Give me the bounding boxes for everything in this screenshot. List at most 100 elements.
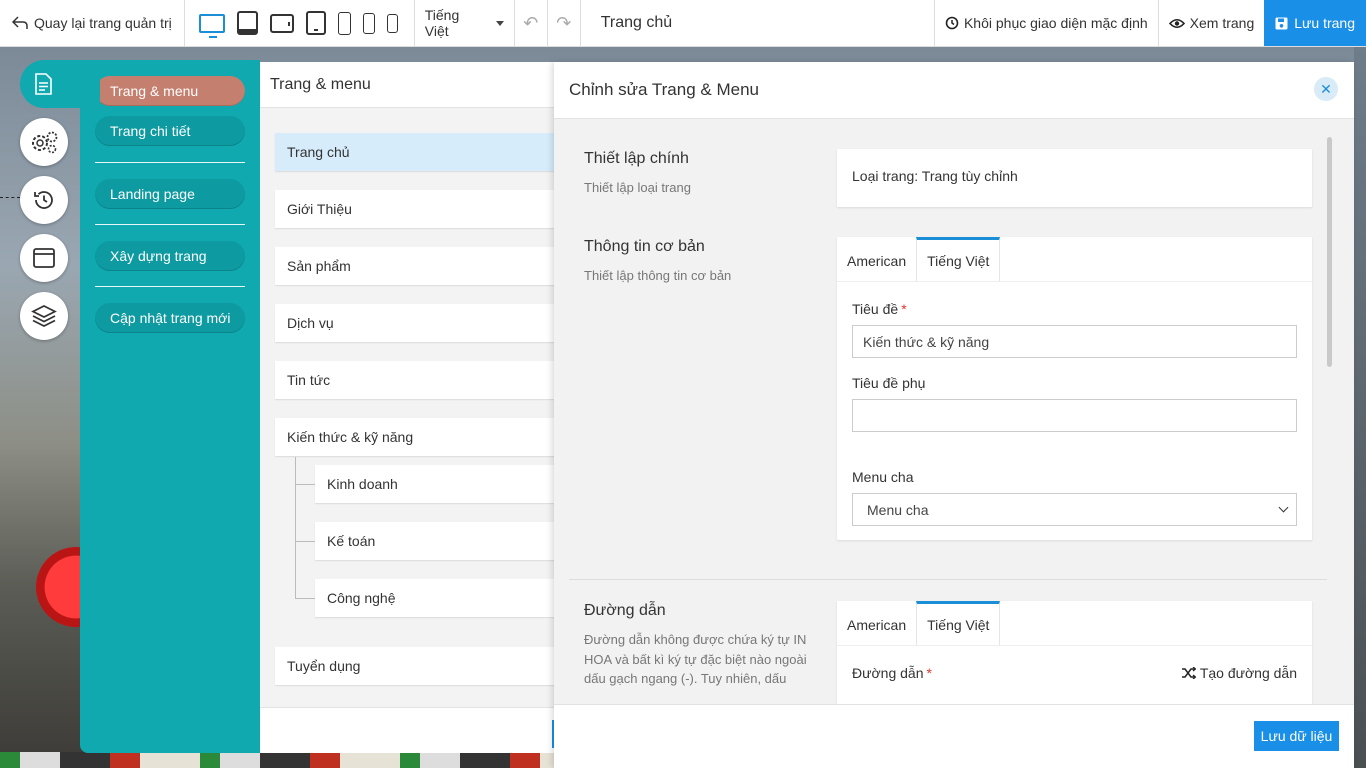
basic-info-title: Thông tin cơ bản: [584, 238, 705, 255]
page-item-about[interactable]: Giới Thiệu: [275, 190, 565, 228]
tablet-landscape-view-icon[interactable]: [269, 13, 294, 33]
device-switcher: [185, 0, 415, 46]
page-item-recruitment[interactable]: Tuyển dụng: [275, 647, 565, 685]
layers-icon: [31, 305, 57, 327]
view-page-button[interactable]: Xem trang: [1157, 0, 1265, 46]
save-page-label: Lưu trang: [1294, 15, 1355, 31]
top-toolbar: Quay lại trang quản trị Tiếng Việt ↶ ↷ T…: [0, 0, 1366, 47]
parent-menu-select[interactable]: Menu cha: [852, 493, 1297, 526]
guide-line: [0, 197, 20, 198]
gears-icon: [32, 131, 58, 154]
close-button[interactable]: ✕: [1314, 77, 1338, 101]
menu-item-pages-menu[interactable]: Trang & menu: [95, 76, 245, 106]
document-icon: [35, 73, 52, 95]
path-desc: Đường dẫn không được chứa ký tự IN HOA v…: [584, 632, 807, 686]
parent-menu-value: Menu cha: [867, 501, 929, 518]
menu-item-landing-page[interactable]: Landing page: [95, 179, 245, 209]
path-card: American Tiếng Việt Đường dẫn * Tạo đường…: [837, 601, 1312, 704]
rail-layers-button[interactable]: [20, 292, 68, 340]
tree-line: [295, 457, 296, 599]
rail-history-button[interactable]: [20, 176, 68, 224]
menu-item-page-detail[interactable]: Trang chi tiết: [95, 116, 245, 146]
tree-branch: [295, 484, 315, 485]
phone-medium-view-icon[interactable]: [362, 12, 375, 34]
eye-icon: [1168, 18, 1185, 28]
phone-small-view-icon[interactable]: [386, 13, 398, 33]
path-tab-vietnamese[interactable]: Tiếng Việt: [916, 601, 1001, 645]
save-page-button[interactable]: Lưu trang: [1264, 0, 1366, 46]
redo-icon: ↷: [556, 12, 572, 33]
page-title: Trang chủ: [600, 14, 673, 31]
tree-branch: [295, 598, 315, 599]
section-divider: [569, 579, 1327, 580]
language-select[interactable]: Tiếng Việt: [415, 0, 515, 46]
tablet-large-view-icon[interactable]: [236, 11, 258, 35]
caret-down-icon: [495, 20, 504, 26]
generate-path-label: Tạo đường dẫn: [1199, 665, 1297, 681]
edit-page-menu-modal: Chỉnh sửa Trang & Menu ✕ Thiết lập chính…: [554, 62, 1354, 768]
undo-icon: ↶: [523, 12, 539, 33]
rail-pages-button[interactable]: [20, 60, 100, 108]
modal-header: Chỉnh sửa Trang & Menu: [554, 62, 1354, 119]
page-list-footer: [260, 707, 560, 753]
title-input[interactable]: Kiến thức & kỹ năng: [852, 325, 1297, 358]
page-item-technology[interactable]: Công nghệ: [315, 579, 565, 617]
main-settings-title: Thiết lập chính: [584, 150, 689, 167]
modal-scrollbar[interactable]: [1327, 137, 1332, 367]
page-list-panel: Trang & menu Trang chủ Giới Thiệu Sản ph…: [260, 62, 565, 753]
menu-divider: [95, 224, 245, 225]
menu-divider: [95, 286, 245, 287]
tab-vietnamese[interactable]: Tiếng Việt: [916, 237, 1001, 281]
modal-footer: Lưu dữ liệu: [554, 704, 1354, 768]
page-item-news[interactable]: Tin tức: [275, 361, 565, 399]
shuffle-icon: [1181, 667, 1196, 679]
floppy-disk-icon: [1275, 17, 1288, 29]
save-data-button[interactable]: Lưu dữ liệu: [1254, 721, 1339, 751]
back-to-admin-button[interactable]: Quay lại trang quản trị: [0, 0, 185, 46]
back-arrow-icon: [12, 16, 28, 29]
tree-branch: [295, 541, 315, 542]
path-title: Đường dẫn: [584, 602, 666, 619]
path-language-tabs: American Tiếng Việt: [837, 601, 1312, 646]
main-settings-desc: Thiết lập loại trang: [584, 180, 691, 195]
path-field-label: Đường dẫn *: [852, 665, 932, 681]
generate-path-button[interactable]: Tạo đường dẫn: [1181, 665, 1297, 681]
page-item-accounting[interactable]: Kế toán: [315, 522, 565, 560]
modal-title: Chỉnh sửa Trang & Menu: [569, 80, 759, 99]
history-icon: [34, 191, 53, 209]
undo-button[interactable]: ↶: [515, 0, 548, 46]
required-marker: *: [901, 301, 907, 317]
page-item-products[interactable]: Sản phẩm: [275, 247, 565, 285]
path-tab-american[interactable]: American: [837, 601, 916, 645]
menu-item-page-builder[interactable]: Xây dựng trang: [95, 241, 245, 271]
back-label: Quay lại trang quản trị: [34, 15, 172, 31]
subtitle-input[interactable]: [852, 399, 1297, 432]
preview-edge: [1354, 47, 1366, 768]
page-item-services[interactable]: Dịch vụ: [275, 304, 565, 342]
rail-settings-button[interactable]: [20, 118, 68, 166]
tablet-portrait-view-icon[interactable]: [305, 11, 326, 35]
page-type-card: Loại trang: Trang tùy chỉnh: [837, 149, 1312, 207]
restore-default-button[interactable]: Khôi phục giao diện mặc định: [933, 0, 1158, 46]
restore-label: Khôi phục giao diện mặc định: [963, 15, 1148, 31]
desktop-view-icon[interactable]: [198, 13, 225, 38]
parent-menu-label: Menu cha: [852, 469, 914, 485]
required-marker: *: [926, 665, 932, 681]
language-value: Tiếng Việt: [424, 7, 460, 39]
chevron-down-icon: [1278, 502, 1289, 513]
page-item-knowledge-skills[interactable]: Kiến thức & kỹ năng: [275, 418, 565, 456]
redo-button[interactable]: ↷: [548, 0, 581, 46]
menu-item-update-new-page[interactable]: Cập nhật trang mới: [95, 303, 245, 333]
rail-layout-button[interactable]: [20, 234, 68, 282]
view-label: Xem trang: [1189, 15, 1255, 31]
history-icon: [945, 16, 959, 30]
subtitle-field-label: Tiêu đề phụ: [852, 375, 926, 391]
page-item-business[interactable]: Kinh doanh: [315, 465, 565, 503]
title-field-label: Tiêu đề *: [852, 301, 907, 317]
page-list-title: Trang & menu: [260, 62, 560, 108]
tab-american[interactable]: American: [837, 237, 916, 281]
phone-large-view-icon[interactable]: [337, 11, 351, 35]
basic-info-desc: Thiết lập thông tin cơ bản: [584, 268, 732, 283]
page-item-home[interactable]: Trang chủ: [275, 133, 565, 171]
close-icon: ✕: [1320, 80, 1332, 97]
